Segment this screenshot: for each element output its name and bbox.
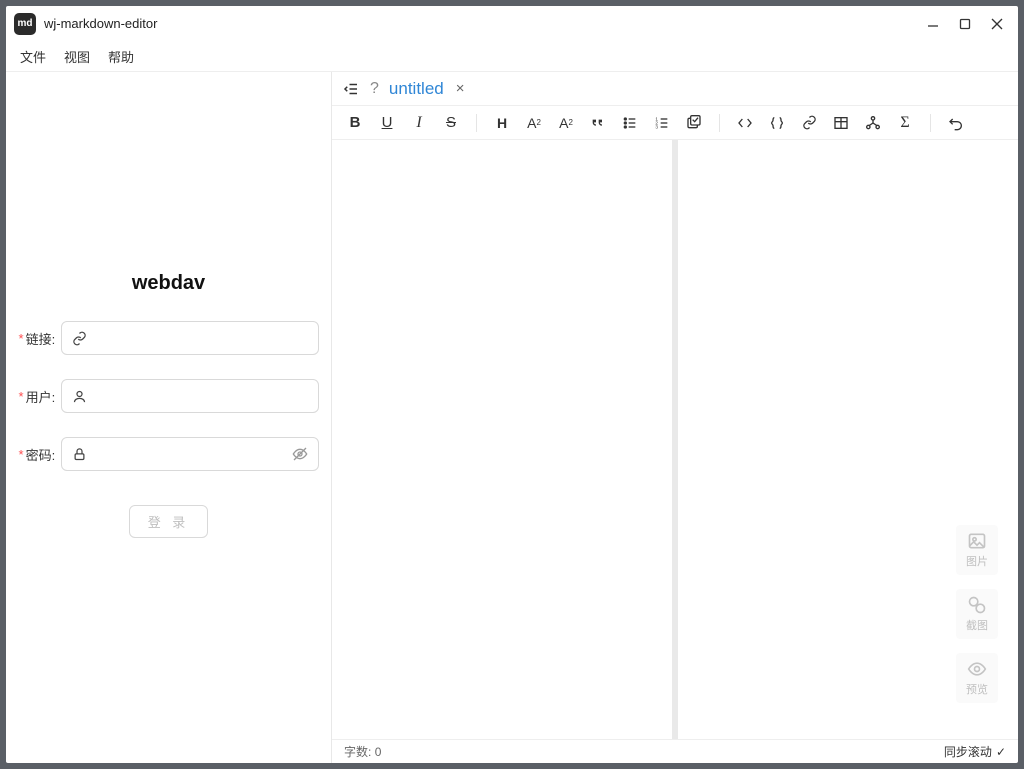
italic-button[interactable]: I xyxy=(410,114,428,132)
editor-body xyxy=(332,140,1018,739)
tabbar: ? untitled × xyxy=(332,72,1018,106)
app-title: wj-markdown-editor xyxy=(44,16,157,31)
screenshot-label: 截图 xyxy=(966,617,988,633)
preview-button[interactable]: 预览 xyxy=(956,653,998,703)
required-asterisk: * xyxy=(19,389,24,404)
app-icon: md xyxy=(14,13,36,35)
quote-button[interactable] xyxy=(589,114,607,132)
sidebar: webdav * 链接: * 用户: xyxy=(6,72,332,763)
preview-label: 预览 xyxy=(966,681,988,697)
user-icon xyxy=(72,389,87,404)
link-icon xyxy=(72,331,87,346)
toolbar: B U I S H A2 A2 123 xyxy=(332,106,1018,140)
tab-untitled[interactable]: untitled xyxy=(389,79,444,99)
editor-source-pane[interactable] xyxy=(332,140,672,739)
heading-button[interactable]: H xyxy=(493,114,511,132)
minimize-button[interactable] xyxy=(926,17,940,31)
check-icon: ✓ xyxy=(996,745,1006,759)
toolbar-separator xyxy=(930,114,931,132)
app-window: md wj-markdown-editor 文件 视图 帮助 webdav * … xyxy=(6,6,1018,763)
lock-icon xyxy=(72,447,87,462)
link-input-wrap xyxy=(61,321,318,355)
menubar: 文件 视图 帮助 xyxy=(6,42,1018,72)
close-tab-icon[interactable]: × xyxy=(456,80,465,97)
toggle-password-icon[interactable] xyxy=(292,446,308,462)
code-button[interactable] xyxy=(736,114,754,132)
statusbar: 字数: 0 同步滚动 ✓ xyxy=(332,739,1018,763)
main-area: webdav * 链接: * 用户: xyxy=(6,72,1018,763)
inline-code-button[interactable] xyxy=(768,114,786,132)
subscript-button[interactable]: A2 xyxy=(525,114,543,132)
insert-image-label: 图片 xyxy=(966,553,988,569)
outdent-icon[interactable] xyxy=(342,80,360,98)
table-button[interactable] xyxy=(832,114,850,132)
user-input[interactable] xyxy=(95,389,307,404)
required-asterisk: * xyxy=(19,447,24,462)
diagram-button[interactable] xyxy=(864,114,882,132)
user-input-wrap xyxy=(61,379,318,413)
unordered-list-button[interactable] xyxy=(621,114,639,132)
strikethrough-button[interactable]: S xyxy=(442,114,460,132)
superscript-button[interactable]: A2 xyxy=(557,114,575,132)
wordcount: 字数: 0 xyxy=(344,743,381,760)
window-controls xyxy=(926,17,1010,31)
link-label: 链接: xyxy=(26,329,56,348)
login-button[interactable]: 登 录 xyxy=(129,505,209,538)
link-input[interactable] xyxy=(95,331,307,346)
field-link: * 链接: xyxy=(19,321,319,355)
bold-button[interactable]: B xyxy=(346,114,364,132)
required-asterisk: * xyxy=(19,331,24,346)
sidebar-heading: webdav xyxy=(132,272,205,295)
toolbar-separator xyxy=(476,114,477,132)
wordcount-value: 0 xyxy=(375,745,382,759)
help-icon[interactable]: ? xyxy=(370,80,379,98)
ordered-list-button[interactable]: 123 xyxy=(653,114,671,132)
wordcount-label: 字数: xyxy=(344,745,371,759)
underline-button[interactable]: U xyxy=(378,114,396,132)
close-button[interactable] xyxy=(990,17,1004,31)
sync-scroll-toggle[interactable]: 同步滚动 ✓ xyxy=(944,743,1006,760)
menu-file[interactable]: 文件 xyxy=(20,47,46,66)
editor-area: ? untitled × B U I S H A2 A2 xyxy=(332,72,1018,763)
password-label: 密码: xyxy=(26,445,56,464)
task-list-button[interactable] xyxy=(685,114,703,132)
link-button[interactable] xyxy=(800,114,818,132)
formula-button[interactable]: Σ xyxy=(896,114,914,132)
field-user: * 用户: xyxy=(19,379,319,413)
maximize-button[interactable] xyxy=(958,17,972,31)
undo-button[interactable] xyxy=(947,114,965,132)
svg-text:3: 3 xyxy=(655,124,658,129)
password-input[interactable] xyxy=(95,447,283,462)
menu-help[interactable]: 帮助 xyxy=(108,47,134,66)
sync-scroll-label: 同步滚动 xyxy=(944,743,992,760)
menu-view[interactable]: 视图 xyxy=(64,47,90,66)
titlebar-left: md wj-markdown-editor xyxy=(14,13,157,35)
field-password: * 密码: xyxy=(19,437,319,471)
insert-image-button[interactable]: 图片 xyxy=(956,525,998,575)
toolbar-separator xyxy=(719,114,720,132)
password-input-wrap xyxy=(61,437,318,471)
screenshot-button[interactable]: 截图 xyxy=(956,589,998,639)
floating-tools: 图片 截图 预览 xyxy=(956,525,998,703)
titlebar: md wj-markdown-editor xyxy=(6,6,1018,42)
user-label: 用户: xyxy=(26,387,56,406)
